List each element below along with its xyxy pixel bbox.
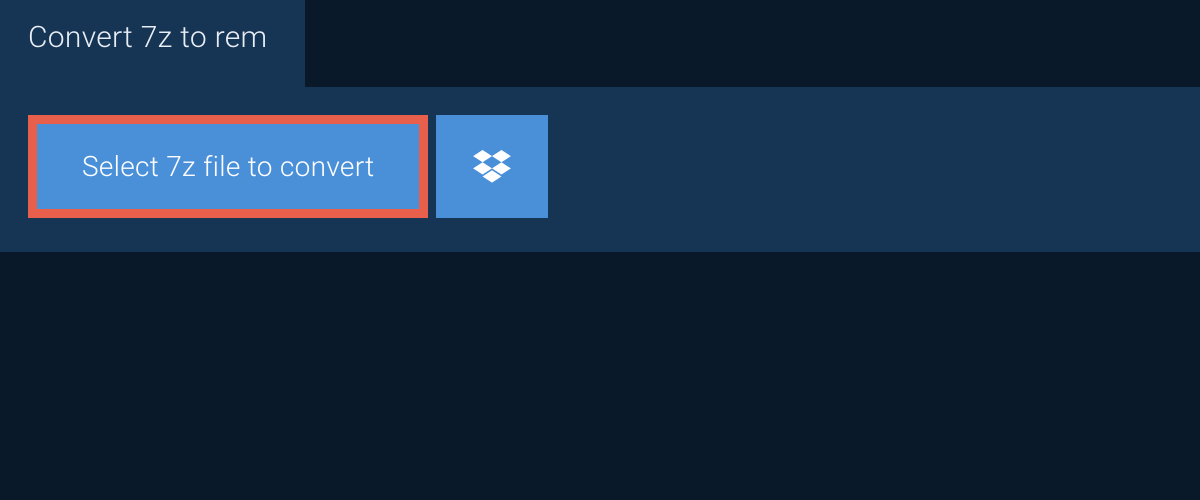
dropbox-button[interactable] [436, 115, 548, 218]
converter-panel: Select 7z file to convert [0, 87, 1200, 252]
action-row: Select 7z file to convert [28, 115, 1172, 218]
select-file-button[interactable]: Select 7z file to convert [28, 115, 428, 218]
dropbox-icon [473, 150, 511, 184]
select-file-label: Select 7z file to convert [82, 150, 374, 183]
tab-title: Convert 7z to rem [28, 20, 267, 55]
tab-convert[interactable]: Convert 7z to rem [0, 0, 305, 87]
